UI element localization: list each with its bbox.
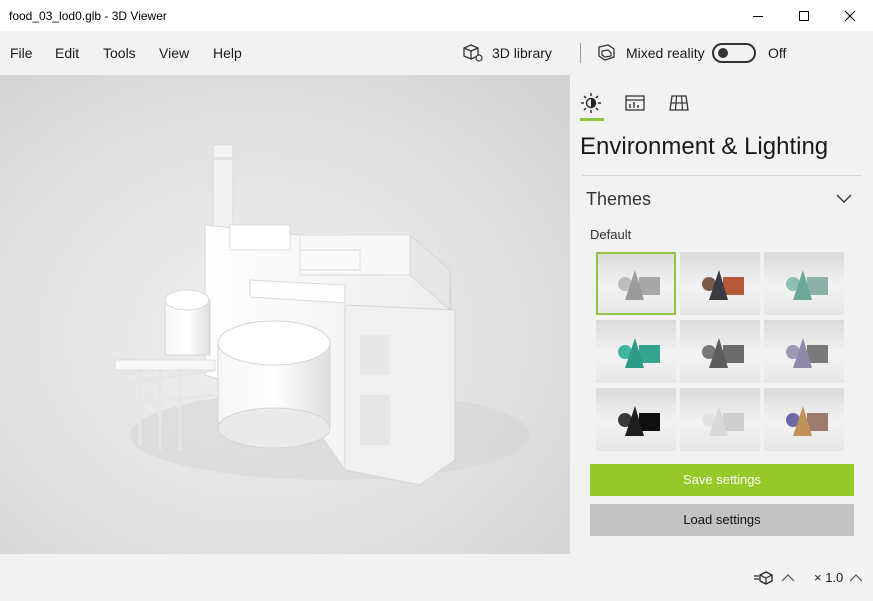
chevron-down-icon[interactable] [836,194,852,204]
view-mode-button[interactable] [753,554,795,601]
window-title: food_03_lod0.glb - 3D Viewer [9,8,167,23]
panel-divider [582,175,861,176]
theme-preview-shapes [702,338,744,368]
theme-thumbnail-teal-soft[interactable] [764,252,844,315]
load-settings-button[interactable]: Load settings [590,504,854,536]
menu-file[interactable]: File [10,31,33,75]
theme-thumbnail-sunset[interactable] [764,388,844,451]
status-bar: × 1.0 [0,554,873,601]
menu-edit[interactable]: Edit [55,31,79,75]
save-settings-button[interactable]: Save settings [590,464,854,496]
theme-thumbnail-default[interactable] [596,252,676,315]
side-panel: Environment & Lighting Themes Default Sa… [570,75,873,554]
theme-preview-shapes [702,406,744,436]
menu-view[interactable]: View [159,31,189,75]
theme-thumbnail-teal[interactable] [596,320,676,383]
theme-preview-shapes [702,270,744,300]
theme-preview-shapes [618,338,660,368]
close-icon [844,10,856,21]
cube-view-icon [754,570,773,585]
menu-help[interactable]: Help [213,31,242,75]
lighting-icon [581,93,601,113]
toggle-state-label: Off [768,45,787,61]
theme-thumbnail-gray[interactable] [680,320,760,383]
building-model [114,144,530,486]
stats-icon [625,95,645,111]
toolbar-divider [580,43,581,63]
mixed-reality-label: Mixed reality [626,45,705,61]
tab-environment-lighting[interactable] [574,85,608,121]
zoom-level: × 1.0 [814,570,844,585]
theme-thumbnail-dark[interactable] [596,388,676,451]
chevron-up-icon [849,573,863,581]
theme-thumbnail-violet[interactable] [764,320,844,383]
minimize-icon [753,15,763,17]
grid-icon [669,95,689,111]
menu-bar: File Edit Tools View Help 3D library Mix… [0,31,873,75]
theme-preview-shapes [786,338,828,368]
3d-viewport[interactable] [0,75,570,554]
theme-preview-shapes [618,270,660,300]
theme-thumbnail-warm[interactable] [680,252,760,315]
panel-title: Environment & Lighting [580,133,829,160]
cube-library-icon [463,44,483,62]
theme-preview-shapes [786,406,828,436]
zoom-control[interactable]: × 1.0 [814,554,863,601]
menu-tools[interactable]: Tools [103,31,136,75]
theme-thumbnail-light[interactable] [680,388,760,451]
3d-library-button[interactable]: 3D library [462,39,552,67]
toggle-knob [718,48,728,58]
title-bar: food_03_lod0.glb - 3D Viewer [0,0,873,31]
mixed-reality-toggle[interactable] [712,43,756,63]
tab-stats[interactable] [618,85,652,121]
close-button[interactable] [827,0,873,31]
chevron-up-icon [781,573,795,581]
mixed-reality-button[interactable]: Mixed reality [596,39,705,67]
maximize-button[interactable] [781,0,827,31]
maximize-icon [799,10,809,21]
minimize-button[interactable] [735,0,781,31]
theme-preview-shapes [618,406,660,436]
tab-grid[interactable] [662,85,696,121]
default-themes-label: Default [590,227,632,242]
theme-preview-shapes [786,270,828,300]
mixed-reality-icon [598,44,615,61]
3d-library-label: 3D library [492,45,552,61]
themes-header[interactable]: Themes [586,189,651,210]
theme-grid [596,252,844,452]
